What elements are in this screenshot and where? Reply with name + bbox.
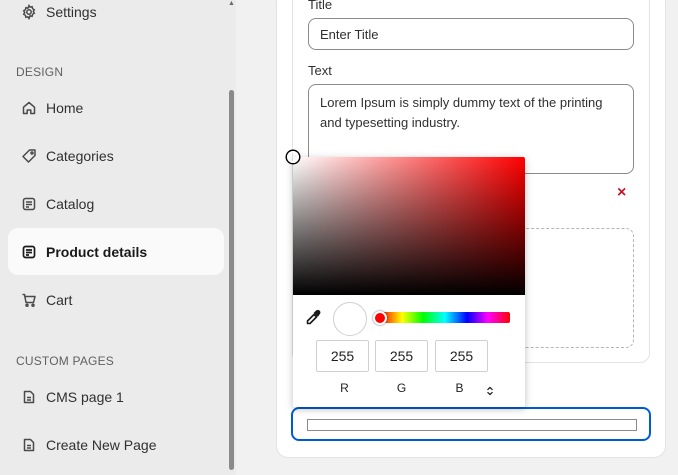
color-input[interactable]: [291, 407, 651, 441]
saturation-cursor[interactable]: [287, 151, 299, 163]
sidebar-item-label: Catalog: [46, 195, 95, 212]
red-input[interactable]: 255: [316, 340, 369, 372]
cart-icon: [20, 291, 38, 309]
sidebar-item-label: CMS page 1: [46, 388, 124, 405]
sidebar-item-settings[interactable]: Settings: [8, 0, 224, 35]
format-toggle-icon[interactable]: [486, 383, 494, 396]
saturation-area[interactable]: [287, 151, 525, 295]
hue-slider-handle[interactable]: [373, 310, 387, 325]
sidebar-scrollbar[interactable]: [229, 90, 234, 470]
new-page-icon: [20, 436, 38, 454]
sidebar-item-label: Categories: [46, 147, 114, 164]
sidebar-item-categories[interactable]: Categories: [8, 132, 224, 179]
sidebar: Settings DESIGN Home Categories Catalog …: [0, 0, 236, 475]
color-picker-popover: 255 255 255 R G B: [287, 151, 525, 407]
blue-label: B: [455, 381, 464, 395]
remove-icon[interactable]: ×: [617, 184, 626, 202]
sidebar-item-cms-page-1[interactable]: CMS page 1: [8, 373, 224, 420]
sidebar-item-cart[interactable]: Cart: [8, 276, 224, 323]
hue-slider[interactable]: [373, 310, 510, 325]
gear-icon: [20, 3, 38, 21]
red-label: R: [340, 381, 349, 395]
sidebar-item-catalog[interactable]: Catalog: [8, 180, 224, 227]
tag-icon: [20, 147, 38, 165]
eyedropper-icon[interactable]: [304, 309, 322, 327]
text-label: Text: [308, 63, 332, 78]
color-value-swatch: [307, 419, 637, 431]
sidebar-item-label: Product details: [46, 243, 148, 260]
sidebar-item-label: Home: [46, 99, 84, 116]
green-input[interactable]: 255: [375, 340, 428, 372]
current-color-swatch: [333, 302, 367, 336]
page-icon: [20, 195, 38, 213]
sidebar-item-product-details[interactable]: Product details: [8, 228, 224, 275]
blue-input[interactable]: 255: [435, 340, 488, 372]
green-label: G: [396, 381, 407, 395]
sidebar-item-label: Create New Page: [46, 436, 157, 453]
sidebar-item-label: Settings: [46, 3, 97, 20]
section-title-custom-pages: CUSTOM PAGES: [16, 354, 114, 368]
section-title-design: DESIGN: [16, 65, 64, 79]
page-icon: [20, 243, 38, 261]
title-input[interactable]: Enter Title: [308, 18, 634, 50]
sidebar-item-create-new-page[interactable]: Create New Page: [8, 421, 224, 468]
title-label: Title: [308, 0, 333, 12]
sidebar-item-home[interactable]: Home: [8, 84, 224, 131]
home-icon: [20, 99, 38, 117]
scroll-up-arrow[interactable]: ▲: [228, 0, 235, 7]
sidebar-item-label: Cart: [46, 291, 73, 308]
page-icon: [20, 388, 38, 406]
